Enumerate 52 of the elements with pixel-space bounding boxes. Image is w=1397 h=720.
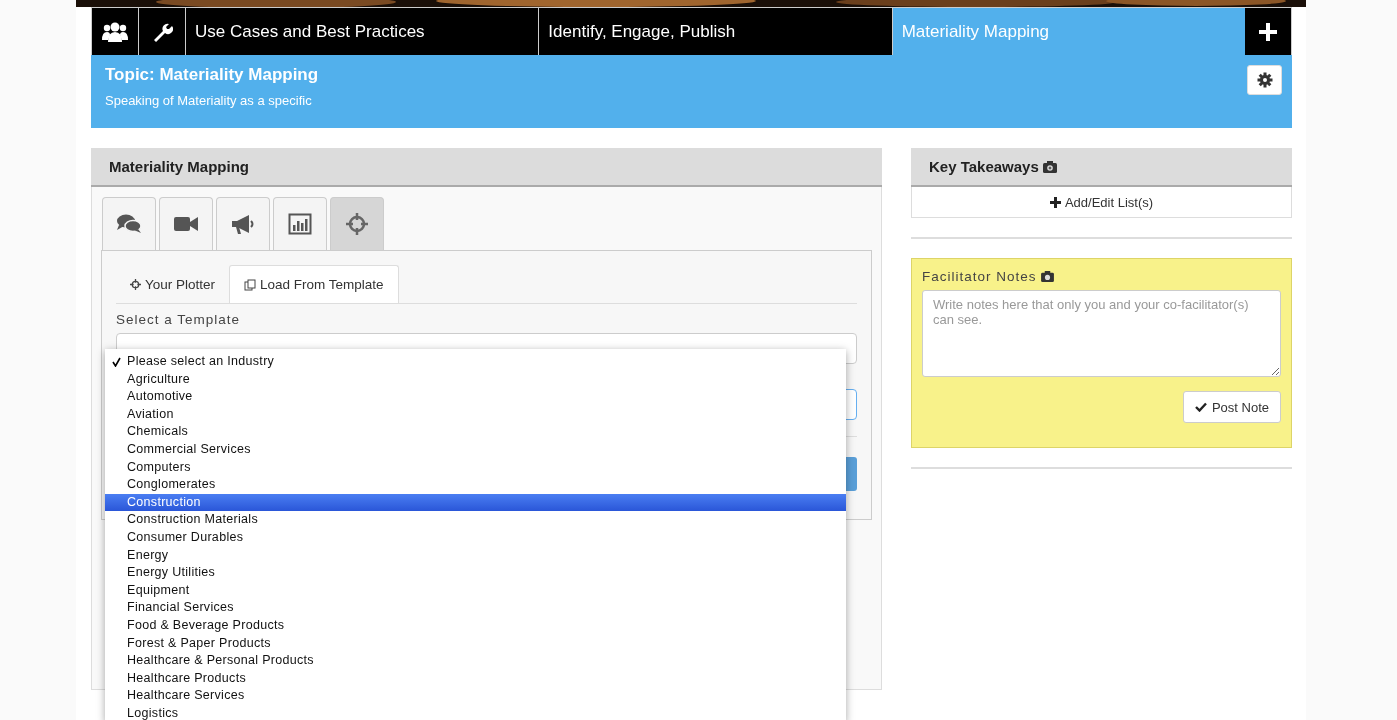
dropdown-option[interactable]: Chemicals bbox=[105, 423, 846, 441]
dropdown-option[interactable]: Construction Materials bbox=[105, 511, 846, 529]
dropdown-option[interactable]: Healthcare & Personal Products bbox=[105, 652, 846, 670]
copy-icon bbox=[244, 278, 257, 291]
dropdown-option[interactable]: Logistics bbox=[105, 704, 846, 720]
add-edit-list-button[interactable]: Add/Edit List(s) bbox=[911, 187, 1292, 218]
dropdown-option[interactable]: Food & Beverage Products bbox=[105, 616, 846, 635]
dropdown-option[interactable]: Computers bbox=[105, 458, 846, 477]
dropdown-option[interactable]: Commercial Services bbox=[105, 440, 846, 459]
dropdown-option[interactable]: Agriculture bbox=[105, 370, 846, 389]
dropdown-option[interactable]: Construction bbox=[105, 493, 846, 512]
dropdown-option[interactable]: Energy bbox=[105, 546, 846, 565]
bar-chart-icon bbox=[288, 213, 312, 235]
panel-title: Materiality Mapping bbox=[109, 158, 250, 175]
video-tab[interactable] bbox=[159, 197, 213, 250]
sub-tab[interactable]: Your Plotter bbox=[116, 265, 230, 303]
crosshair-icon bbox=[345, 212, 369, 236]
chat-tab[interactable] bbox=[102, 197, 156, 250]
megaphone-tab[interactable] bbox=[216, 197, 270, 250]
gear-icon bbox=[1256, 72, 1273, 88]
camera-icon bbox=[1042, 160, 1057, 173]
dropdown-option[interactable]: Healthcare Products bbox=[105, 669, 846, 688]
dropdown-option[interactable]: Equipment bbox=[105, 581, 846, 600]
megaphone-icon bbox=[230, 213, 256, 235]
dropdown-option[interactable]: Aviation bbox=[105, 405, 846, 424]
post-note-button[interactable]: Post Note bbox=[1182, 391, 1281, 423]
checkmark-icon bbox=[1194, 402, 1207, 412]
dropdown-option[interactable]: Healthcare Services bbox=[105, 687, 846, 705]
notes-field[interactable]: Write notes here that only you and your co-facilitator(s) can see. bbox=[922, 290, 1281, 377]
dropdown-option[interactable]: Please select an Industry bbox=[105, 353, 846, 371]
plus-icon bbox=[1258, 21, 1278, 42]
dropdown-option[interactable]: Financial Services bbox=[105, 599, 846, 617]
video-camera-icon bbox=[173, 214, 199, 234]
plus-icon bbox=[1049, 196, 1061, 208]
chart-tab[interactable] bbox=[273, 197, 327, 250]
notes-title: Facilitator Notes bbox=[922, 269, 1037, 284]
topic-title: Topic: Materiality Mapping bbox=[105, 65, 319, 85]
camera-icon bbox=[1040, 271, 1054, 282]
takeaways-title: Key Takeaways bbox=[929, 158, 1039, 175]
crosshair-icon bbox=[130, 278, 141, 290]
settings-button[interactable] bbox=[1247, 65, 1282, 95]
dropdown-option[interactable]: Consumer Durables bbox=[105, 528, 846, 547]
crosshair-tab[interactable] bbox=[330, 197, 384, 250]
chat-bubbles-icon bbox=[116, 213, 142, 235]
dropdown-option[interactable]: Conglomerates bbox=[105, 476, 846, 494]
topic-subtitle: Speaking of Materiality as a specific bbox=[105, 93, 313, 108]
checkmark-icon bbox=[112, 357, 121, 367]
sub-tab[interactable]: Load From Template bbox=[229, 265, 399, 303]
dropdown-option[interactable]: Forest & Paper Products bbox=[105, 634, 846, 653]
dropdown-option[interactable]: Energy Utilities bbox=[105, 564, 846, 582]
dropdown-option[interactable]: Automotive bbox=[105, 388, 846, 406]
template-label: Select a Template bbox=[116, 312, 242, 327]
